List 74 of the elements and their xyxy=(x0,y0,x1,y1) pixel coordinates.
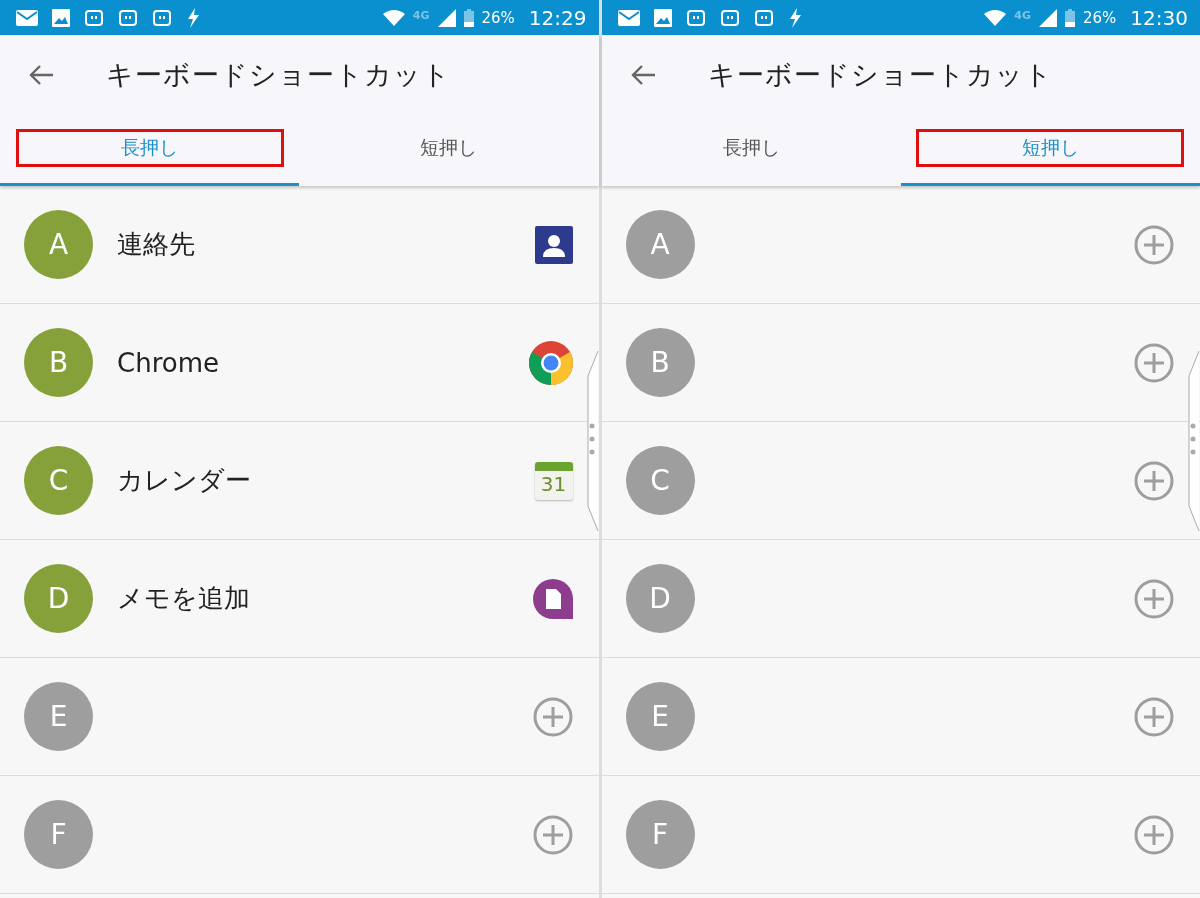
back-arrow-icon[interactable] xyxy=(28,64,54,86)
add-icon[interactable] xyxy=(1134,460,1174,501)
edge-panel-handle[interactable] xyxy=(1186,351,1200,531)
memo-app-icon xyxy=(532,578,573,619)
letter-avatar: C xyxy=(625,446,695,515)
letter-avatar: D xyxy=(24,564,93,633)
battery-icon xyxy=(463,8,474,27)
robot-face-icon xyxy=(753,7,774,28)
wifi-icon xyxy=(984,9,1007,26)
clock-time: 12:30 xyxy=(1130,5,1188,30)
edge-panel-handle[interactable] xyxy=(584,351,599,531)
add-icon[interactable] xyxy=(532,814,573,855)
shortcut-row[interactable]: C xyxy=(601,422,1186,539)
add-icon[interactable] xyxy=(1134,814,1174,855)
letter-avatar: E xyxy=(24,682,93,751)
shortcut-row[interactable]: D xyxy=(601,540,1186,657)
image-icon xyxy=(52,8,70,27)
add-icon[interactable] xyxy=(532,696,573,737)
shortcut-row[interactable]: E xyxy=(601,658,1186,775)
tab[interactable]: 長押し xyxy=(617,129,886,167)
battery-percent: 26% xyxy=(481,8,515,27)
mail-icon xyxy=(16,9,38,26)
letter-avatar: A xyxy=(24,210,93,279)
add-icon[interactable] xyxy=(1134,342,1174,383)
lightning-icon xyxy=(186,7,200,28)
add-icon[interactable] xyxy=(1134,224,1174,265)
clock-time: 12:29 xyxy=(528,5,587,30)
image-icon xyxy=(653,8,672,27)
add-icon[interactable] xyxy=(1134,578,1174,619)
network-label: 4G xyxy=(1014,8,1031,22)
letter-avatar: E xyxy=(625,682,695,751)
signal-icon xyxy=(437,8,456,27)
add-icon[interactable] xyxy=(1134,696,1174,737)
screen-title: キーボードショートカット xyxy=(707,58,1053,92)
app-name: メモを追加 xyxy=(117,582,250,615)
letter-avatar: B xyxy=(625,328,695,397)
shortcut-row[interactable]: A xyxy=(601,186,1186,303)
robot-face-icon xyxy=(118,7,138,28)
robot-face-icon xyxy=(719,7,740,28)
robot-face-icon xyxy=(84,7,104,28)
shortcut-row[interactable]: E xyxy=(0,658,585,775)
calendar-app-icon: 31 xyxy=(534,461,573,500)
letter-avatar: F xyxy=(24,800,93,869)
letter-avatar: D xyxy=(625,564,695,633)
app-name: カレンダー xyxy=(117,464,251,497)
battery-icon xyxy=(1065,8,1075,27)
tab[interactable]: 短押し xyxy=(916,129,1185,167)
network-label: 4G xyxy=(412,8,430,22)
shortcut-row[interactable]: B Chrome xyxy=(0,304,585,421)
letter-avatar: F xyxy=(625,800,695,869)
screen-title: キーボードショートカット xyxy=(106,58,451,92)
lightning-icon xyxy=(787,7,802,28)
letter-avatar: C xyxy=(24,446,93,515)
shortcut-row[interactable]: D メモを追加 xyxy=(0,540,585,657)
app-name: 連絡先 xyxy=(117,228,195,261)
battery-percent: 26% xyxy=(1083,8,1117,27)
app-name: Chrome xyxy=(117,347,219,378)
back-arrow-icon[interactable] xyxy=(629,64,656,86)
tab[interactable]: 短押し xyxy=(314,129,583,167)
contacts-app-icon xyxy=(534,225,573,264)
shortcut-row[interactable]: A 連絡先 xyxy=(0,186,585,303)
letter-avatar: A xyxy=(625,210,695,279)
shortcut-row[interactable]: B xyxy=(601,304,1186,421)
wifi-icon xyxy=(382,9,405,26)
mail-icon xyxy=(617,9,640,26)
shortcut-row[interactable]: C カレンダー 31 xyxy=(0,422,585,539)
letter-avatar: B xyxy=(24,328,93,397)
robot-face-icon xyxy=(685,7,706,28)
shortcut-row[interactable]: F xyxy=(0,776,585,893)
chrome-app-icon xyxy=(528,340,573,385)
signal-icon xyxy=(1039,8,1057,27)
robot-face-icon xyxy=(152,7,172,28)
shortcut-row[interactable]: F xyxy=(601,776,1186,893)
tab[interactable]: 長押し xyxy=(15,129,284,167)
